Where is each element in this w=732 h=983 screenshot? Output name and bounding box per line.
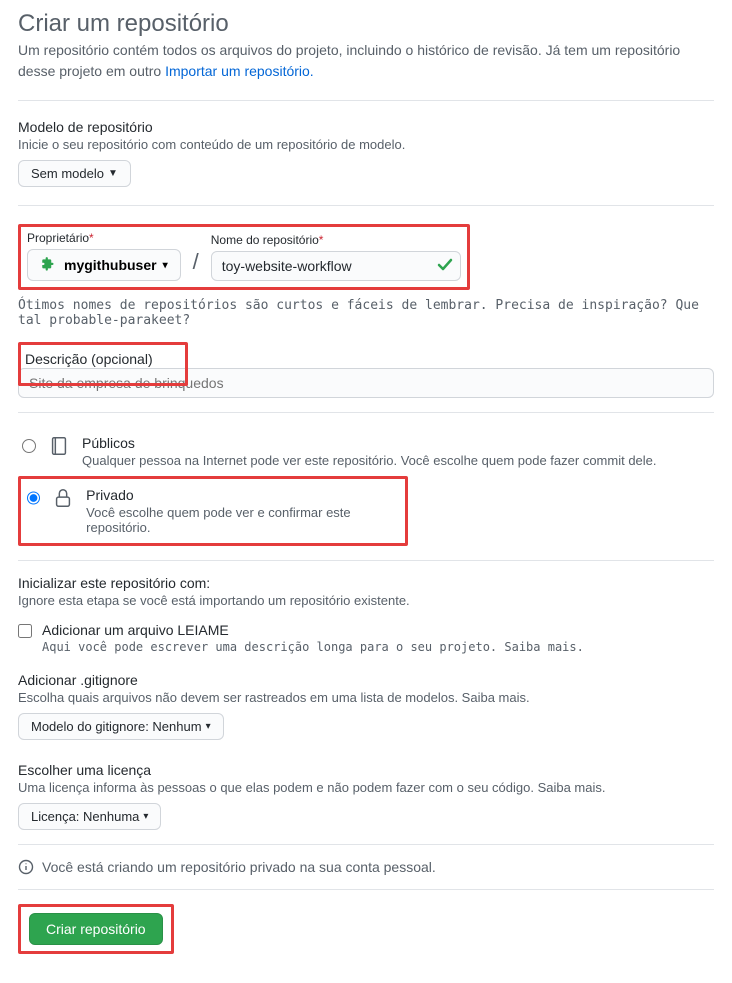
template-button-label: Sem modelo	[31, 166, 104, 181]
gitignore-title: Adicionar .gitignore	[18, 672, 714, 688]
subtitle-text: Um repositório contém todos os arquivos …	[18, 42, 680, 79]
divider	[18, 560, 714, 561]
info-row: Você está criando um repositório privado…	[18, 859, 714, 875]
slash-separator: /	[193, 249, 199, 275]
description-input[interactable]	[18, 368, 714, 398]
public-title: Públicos	[82, 435, 657, 451]
lock-icon	[52, 487, 74, 509]
divider	[18, 100, 714, 101]
gitignore-select-button[interactable]: Modelo do gitignore: Nenhum ▾	[18, 713, 224, 740]
divider	[18, 412, 714, 413]
readme-row[interactable]: Adicionar um arquivo LEIAME Aqui você po…	[18, 622, 714, 654]
caret-down-icon: ▾	[143, 811, 148, 822]
template-label: Modelo de repositório	[18, 119, 714, 135]
private-desc: Você escolhe quem pode ver e confirmar e…	[86, 505, 399, 535]
repo-name-suggestion: Ótimos nomes de repositórios são curtos …	[18, 298, 714, 328]
gitignore-help: Escolha quais arquivos não devem ser ras…	[18, 690, 714, 705]
description-label: Descrição (opcional)	[25, 351, 181, 367]
private-radio[interactable]	[27, 491, 40, 505]
template-section: Modelo de repositório Inicie o seu repos…	[18, 119, 714, 187]
init-help: Ignore esta etapa se você está importand…	[18, 593, 714, 608]
owner-label: Proprietário*	[27, 231, 181, 245]
readme-label: Adicionar um arquivo LEIAME	[42, 622, 584, 638]
import-link[interactable]: Importar um repositório.	[165, 63, 314, 79]
checkmark-icon	[437, 257, 453, 276]
caret-down-icon: ▾	[206, 721, 211, 732]
visibility-public-row[interactable]: Públicos Qualquer pessoa na Internet pod…	[18, 427, 714, 476]
caret-down-icon: ▼	[108, 168, 118, 179]
owner-select-button[interactable]: mygithubuser ▾	[27, 249, 181, 281]
readme-help: Aqui você pode escrever uma descrição lo…	[42, 640, 584, 654]
public-radio[interactable]	[22, 439, 36, 453]
create-repo-button[interactable]: Criar repositório	[29, 913, 163, 945]
divider	[18, 205, 714, 206]
visibility-private-row[interactable]: Privado Você escolhe quem pode ver e con…	[23, 479, 403, 543]
license-button-label: Licença: Nenhuma	[31, 809, 139, 824]
divider	[18, 889, 714, 890]
owner-value: mygithubuser	[64, 257, 157, 273]
license-help: Uma licença informa às pessoas o que ela…	[18, 780, 714, 795]
info-text: Você está criando um repositório privado…	[42, 859, 436, 875]
readme-checkbox[interactable]	[18, 624, 32, 638]
divider	[18, 844, 714, 845]
private-highlight: Privado Você escolhe quem pode ver e con…	[18, 476, 408, 546]
owner-repo-highlight: Proprietário* mygithubuser ▾ / Nome do re…	[18, 224, 470, 290]
caret-down-icon: ▾	[163, 260, 168, 271]
repo-icon	[48, 435, 70, 457]
template-help: Inicie o seu repositório com conteúdo de…	[18, 137, 714, 152]
license-select-button[interactable]: Licença: Nenhuma ▾	[18, 803, 161, 830]
puzzle-icon	[40, 256, 58, 274]
repo-name-label: Nome do repositório*	[211, 233, 461, 247]
gitignore-button-label: Modelo do gitignore: Nenhum	[31, 719, 202, 734]
page-subtitle: Um repositório contém todos os arquivos …	[18, 40, 714, 82]
create-button-highlight: Criar repositório	[18, 904, 174, 954]
repo-name-input[interactable]	[211, 251, 461, 281]
info-icon	[18, 859, 34, 875]
public-desc: Qualquer pessoa na Internet pode ver est…	[82, 453, 657, 468]
init-title: Inicializar este repositório com:	[18, 575, 714, 591]
template-select-button[interactable]: Sem modelo ▼	[18, 160, 131, 187]
private-title: Privado	[86, 487, 399, 503]
license-title: Escolher uma licença	[18, 762, 714, 778]
page-title: Criar um repositório	[18, 10, 714, 38]
